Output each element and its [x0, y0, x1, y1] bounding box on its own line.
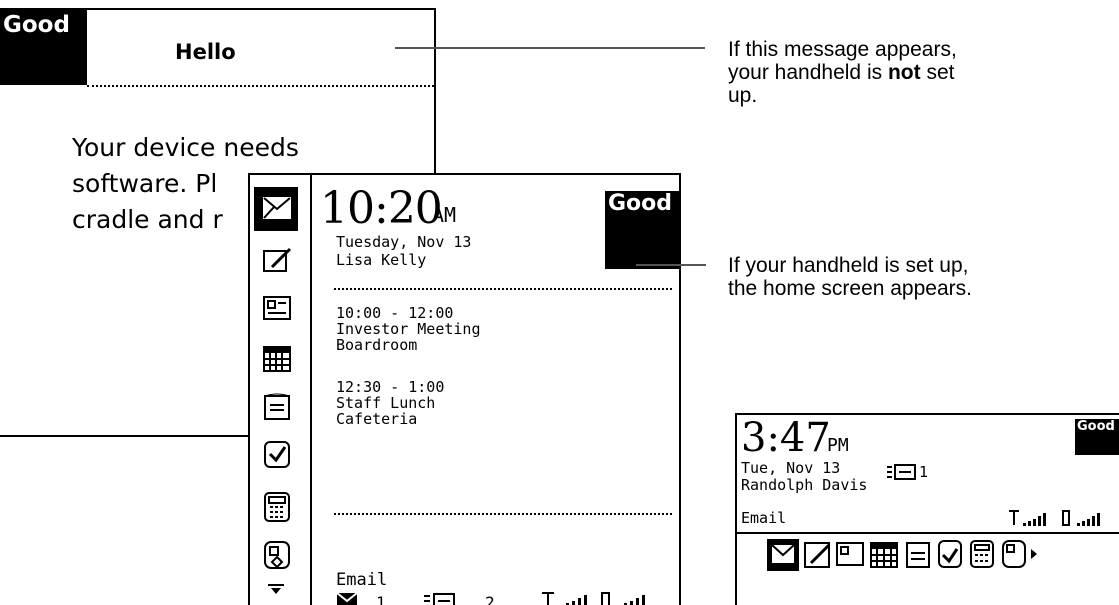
- contacts-icon[interactable]: [262, 293, 292, 323]
- event-location: Cafeteria: [336, 410, 418, 428]
- divider: [334, 513, 672, 515]
- mini-app-bar: [767, 539, 1037, 571]
- mini-msg-count: 1: [919, 463, 929, 481]
- mini-home-screen: 3:47 PM Tue, Nov 13 Randolph Davis 1 Goo…: [735, 413, 1119, 605]
- mini-ampm: PM: [827, 435, 849, 456]
- good-logo: Good: [605, 191, 679, 269]
- callout-leader-line: [395, 47, 705, 49]
- setup-title: Hello: [175, 40, 236, 64]
- event-title: Staff Lunch: [336, 394, 436, 412]
- app-bar-divider: [737, 532, 1119, 534]
- callout-home-appears: If your handheld is set up, the home scr…: [728, 254, 972, 300]
- callout-emphasis: not: [887, 61, 921, 84]
- home-date: Tuesday, Nov 13: [336, 233, 472, 251]
- home-user: Lisa Kelly: [336, 251, 427, 269]
- mini-user: Randolph Davis: [741, 476, 868, 494]
- signal-strength-icon: [542, 592, 587, 605]
- event-time: 10:00 - 12:00: [336, 304, 454, 322]
- calendar-event[interactable]: 12:30 - 1:00 Staff Lunch Cafeteria: [336, 379, 444, 427]
- home-screen: 10:20 AM Tuesday, Nov 13 Lisa Kelly Good…: [248, 173, 681, 605]
- envelope-icon[interactable]: [336, 591, 358, 605]
- event-title: Investor Meeting: [336, 320, 481, 338]
- email-count: 1: [376, 593, 386, 605]
- callout-leader-line: [636, 264, 706, 266]
- calculator-icon[interactable]: [262, 491, 292, 523]
- task-list-icon[interactable]: [885, 463, 917, 481]
- event-location: Boardroom: [336, 336, 418, 354]
- task-count: 2: [485, 593, 495, 605]
- home-ampm: AM: [432, 203, 457, 227]
- email-label: Email: [336, 570, 388, 590]
- callout-not-setup: If this message appears, your handheld i…: [728, 38, 957, 107]
- divider: [334, 288, 672, 290]
- task-list-icon[interactable]: [422, 592, 456, 605]
- apps-icon[interactable]: [262, 539, 292, 571]
- compose-icon[interactable]: [262, 245, 292, 275]
- good-logo: Good: [1075, 419, 1119, 455]
- app-sidebar: [250, 175, 312, 605]
- calendar-icon[interactable]: [262, 343, 292, 373]
- divider: [87, 85, 434, 87]
- calendar-event[interactable]: 10:00 - 12:00 Investor Meeting Boardroom: [336, 305, 481, 353]
- tasks-icon[interactable]: [262, 437, 292, 469]
- good-logo: Good: [0, 10, 87, 85]
- event-time: 12:30 - 1:00: [336, 378, 445, 396]
- mini-email-label: Email: [741, 509, 787, 527]
- home-clock: 10:20: [320, 183, 443, 234]
- notes-icon[interactable]: [262, 391, 292, 421]
- mail-icon[interactable]: [262, 193, 292, 223]
- battery-level-icon: [601, 592, 645, 605]
- mini-clock: 3:47: [741, 415, 831, 461]
- scroll-down-icon[interactable]: [268, 583, 284, 595]
- mini-date: Tue, Nov 13: [741, 459, 841, 477]
- signal-battery-icons: [1009, 510, 1100, 526]
